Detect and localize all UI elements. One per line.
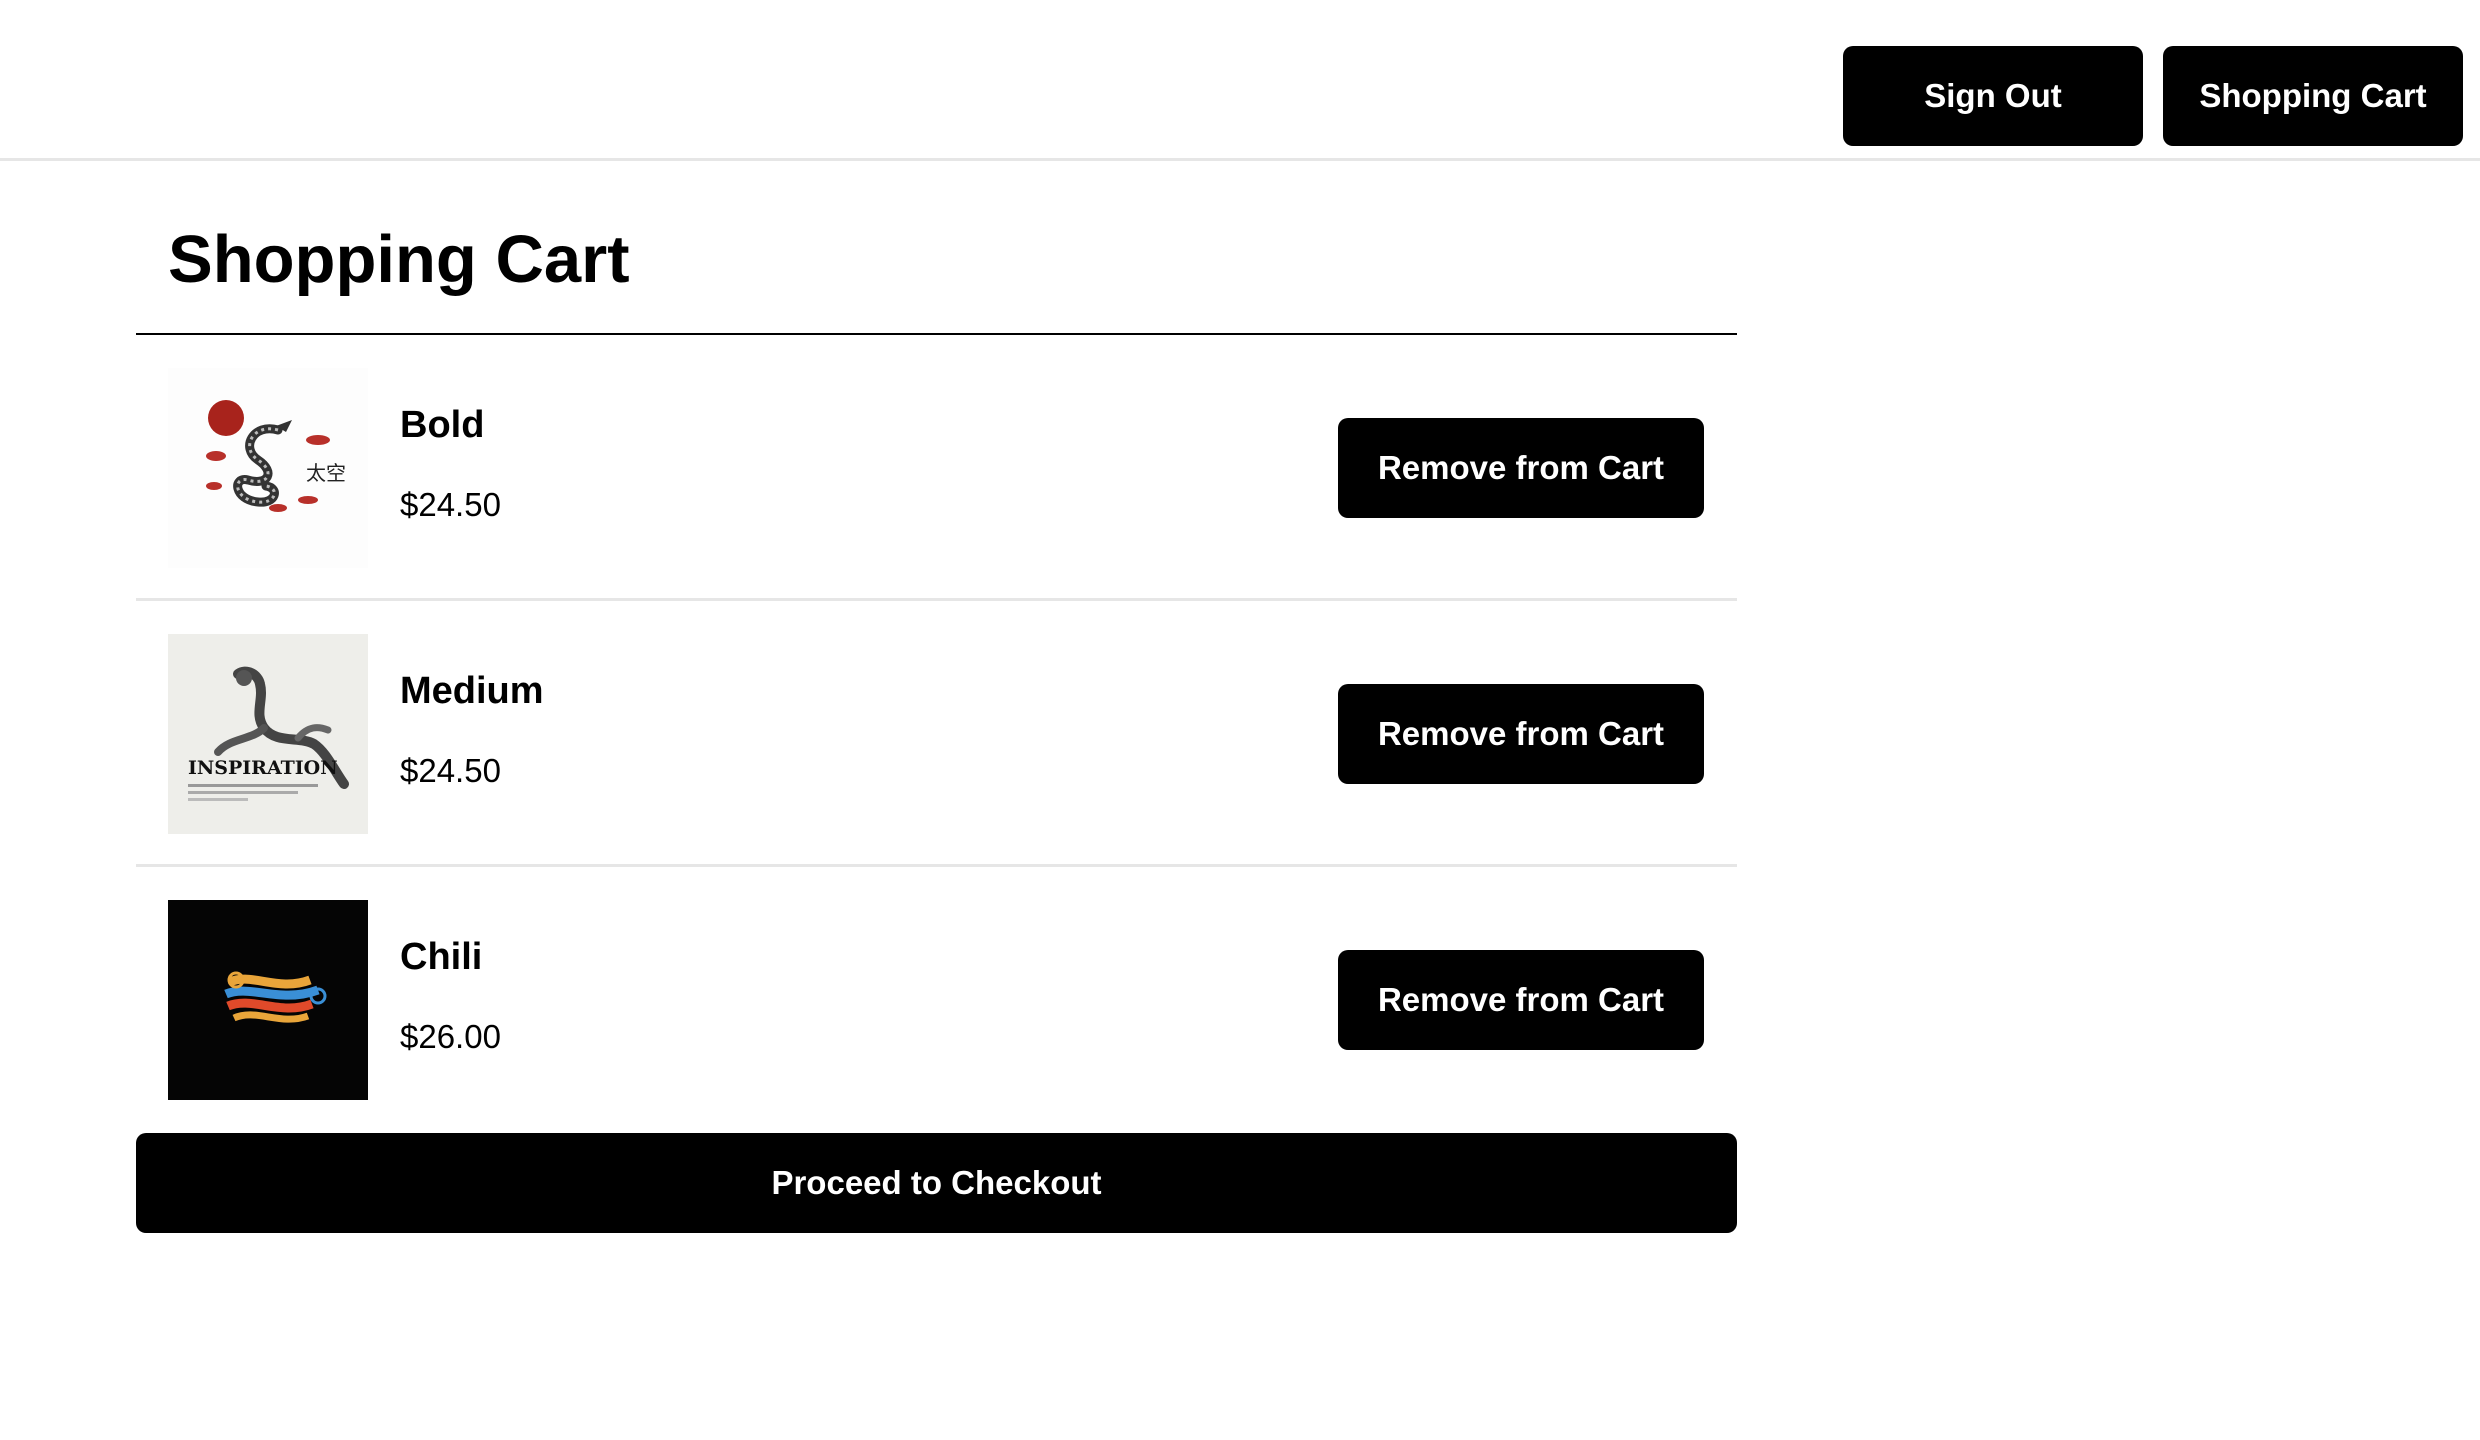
- item-price: $26.00: [400, 1018, 501, 1055]
- product-image-dragon: 太空: [168, 368, 368, 568]
- cart-item: INSPIRATION Medium $24.50 Remove from Ca…: [136, 602, 1737, 867]
- title-divider: [136, 333, 1737, 335]
- remove-from-cart-button[interactable]: Remove from Cart: [1338, 950, 1704, 1050]
- item-name: Medium: [400, 670, 544, 712]
- cart-item: Chili $26.00 Remove from Cart: [136, 868, 1737, 1133]
- top-nav-bar: Sign Out Shopping Cart: [0, 0, 2480, 161]
- remove-from-cart-button[interactable]: Remove from Cart: [1338, 418, 1704, 518]
- shopping-cart-button[interactable]: Shopping Cart: [2163, 46, 2463, 146]
- item-price: $24.50: [400, 752, 501, 789]
- page-title: Shopping Cart: [168, 222, 630, 297]
- item-name: Bold: [400, 404, 485, 446]
- cart-item: 太空 Bold $24.50 Remove from Cart: [136, 336, 1737, 601]
- svg-text:太空: 太空: [306, 461, 346, 485]
- sign-out-button[interactable]: Sign Out: [1843, 46, 2143, 146]
- remove-from-cart-button[interactable]: Remove from Cart: [1338, 684, 1704, 784]
- item-name: Chili: [400, 936, 483, 978]
- svg-text:INSPIRATION: INSPIRATION: [188, 757, 338, 779]
- product-image-retro: [168, 900, 368, 1100]
- product-image-inspiration: INSPIRATION: [168, 634, 368, 834]
- proceed-to-checkout-button[interactable]: Proceed to Checkout: [136, 1133, 1737, 1233]
- item-price: $24.50: [400, 486, 501, 523]
